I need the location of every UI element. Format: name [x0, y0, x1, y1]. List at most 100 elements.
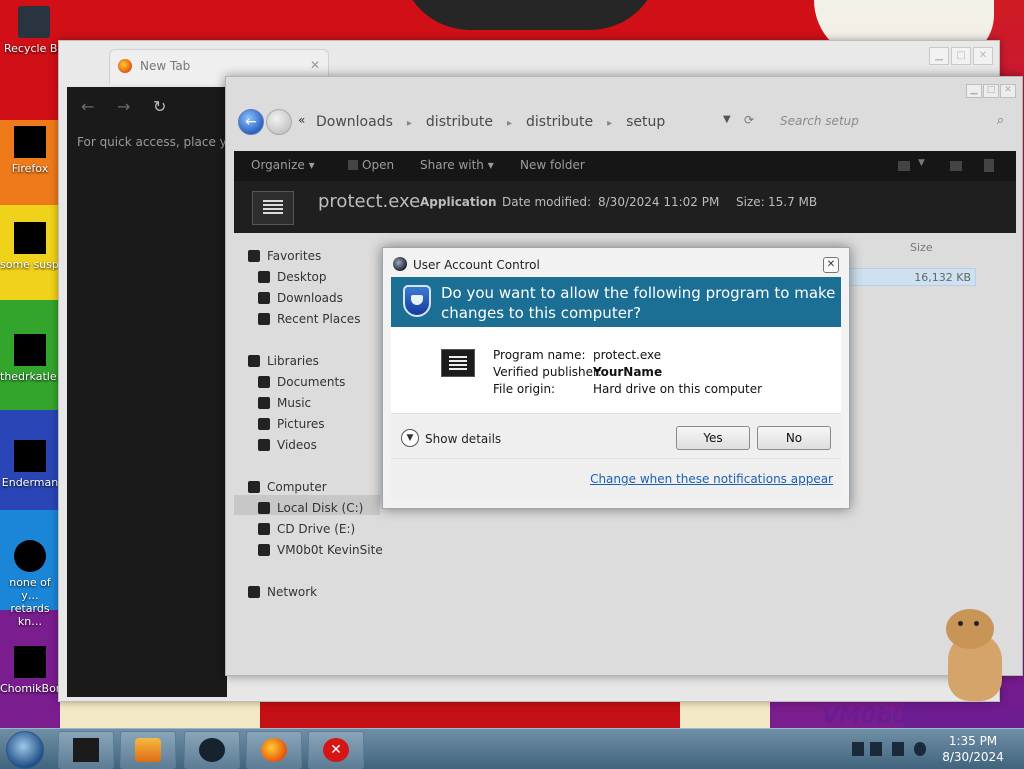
tray-volume-icon[interactable]	[914, 742, 926, 756]
desktop-icon-recycle-bin[interactable]: Recycle Bin	[4, 6, 64, 55]
chevron-down-icon[interactable]: ▼	[918, 158, 925, 168]
close-icon[interactable]: ✕	[823, 257, 839, 273]
browser-content: ← → ↻ For quick access, place your	[67, 87, 247, 697]
nav-pictures[interactable]: Pictures	[258, 417, 325, 431]
hamster-eye	[958, 621, 963, 626]
desktop-icon-label: thedrkatle…	[0, 370, 60, 383]
wallpaper-shape	[400, 0, 660, 30]
maximize-button[interactable]: □	[951, 47, 971, 65]
taskbar-explorer[interactable]	[58, 731, 114, 769]
forward-arrow-icon[interactable]: →	[117, 97, 130, 116]
taskbar: ✕ 1:35 PM 8/30/2024	[0, 728, 1024, 769]
breadcrumb-item[interactable]: setup	[626, 114, 665, 130]
nav-network-share[interactable]: VM0b0t KevinSite	[258, 543, 383, 557]
nav-network[interactable]: Network	[248, 585, 317, 599]
desktop-icon-enderman[interactable]: Enderman	[0, 440, 60, 489]
nav-label: Local Disk (C:)	[277, 501, 364, 515]
column-header-size[interactable]: Size	[910, 241, 933, 254]
executable-icon	[14, 646, 46, 678]
wallpaper-shape	[680, 700, 770, 730]
yes-button[interactable]: Yes	[676, 426, 750, 450]
nav-music[interactable]: Music	[258, 396, 311, 410]
desktop-icon-suspicious-exe[interactable]: some susp… run.exe	[0, 222, 60, 271]
preview-pane-icon[interactable]	[950, 161, 962, 171]
reload-icon[interactable]: ↻	[153, 97, 166, 116]
nav-favorites[interactable]: Favorites	[248, 249, 321, 263]
downloads-icon	[258, 292, 270, 304]
tab-title: New Tab	[140, 59, 191, 73]
tray-chevron-icon[interactable]	[852, 742, 864, 756]
taskbar-app[interactable]	[184, 731, 240, 769]
notification-settings-link[interactable]: Change when these notifications appear	[590, 472, 833, 486]
taskbar-firefox[interactable]	[246, 731, 302, 769]
details-bar: ▼ Show details Yes No	[391, 413, 841, 459]
network-drive-icon	[258, 544, 270, 556]
desktop-icon-label: none of y… retards kn…	[9, 576, 51, 628]
uac-app-icon	[393, 257, 407, 271]
open-icon	[348, 160, 358, 170]
breadcrumb-item[interactable]: distribute	[526, 114, 593, 130]
nav-cd-drive[interactable]: CD Drive (E:)	[258, 522, 355, 536]
uac-dialog: User Account Control ✕ Do you want to al…	[382, 247, 850, 509]
program-name-row: Program name: protect.exe	[493, 348, 661, 362]
start-button[interactable]	[6, 731, 44, 769]
nav-videos[interactable]: Videos	[258, 438, 317, 452]
nav-documents[interactable]: Documents	[258, 375, 345, 389]
desktop-icon-chomikbomb[interactable]: ChomikBomb	[0, 646, 60, 695]
nav-recent-places[interactable]: Recent Places	[258, 312, 360, 326]
maximize-button[interactable]: □	[983, 84, 999, 98]
hamster-head	[946, 609, 994, 649]
clock-date: 8/30/2024	[942, 750, 1004, 764]
chevron-down-icon[interactable]: ▼	[401, 429, 419, 447]
executable-icon	[14, 222, 46, 254]
nav-downloads[interactable]: Downloads	[258, 291, 343, 305]
no-button[interactable]: No	[757, 426, 831, 450]
minimize-button[interactable]: ▁	[929, 47, 949, 65]
nav-computer[interactable]: Computer	[248, 480, 327, 494]
nav-libraries[interactable]: Libraries	[248, 354, 319, 368]
breadcrumb-item[interactable]: Downloads	[316, 114, 393, 130]
clock[interactable]: 1:35 PM 8/30/2024	[930, 733, 1016, 765]
desktop-icon-none-of-you[interactable]: none of y… retards kn…	[0, 540, 60, 628]
wallpaper-text: VM0b0t	[822, 704, 918, 729]
minimize-button[interactable]: ▁	[966, 84, 982, 98]
desktop-icon-label: ChomikBomb	[0, 682, 60, 695]
file-row-size[interactable]: 16,132 KB	[846, 268, 976, 286]
help-icon[interactable]	[984, 159, 994, 172]
uac-banner: Do you want to allow the following progr…	[391, 277, 841, 327]
desktop-icon-thedrkatle[interactable]: thedrkatle…	[0, 334, 60, 383]
back-button[interactable]: ←	[238, 109, 264, 135]
nav-local-disk[interactable]: Local Disk (C:)	[258, 501, 363, 515]
search-input[interactable]: Search setup ⌕	[772, 111, 1008, 133]
back-arrow-icon[interactable]: ←	[81, 97, 94, 116]
close-icon[interactable]: ✕	[310, 58, 320, 72]
nav-desktop[interactable]: Desktop	[258, 270, 327, 284]
desktop-icon	[258, 271, 270, 283]
taskbar-error-app[interactable]: ✕	[308, 731, 364, 769]
close-button[interactable]: ✕	[973, 47, 993, 65]
origin-row: File origin: Hard drive on this computer	[493, 382, 762, 396]
search-icon[interactable]: ⌕	[997, 113, 1004, 128]
organize-menu[interactable]: Organize ▾	[251, 158, 315, 172]
chevron-down-icon[interactable]: ▼	[723, 114, 731, 125]
view-options-icon[interactable]	[898, 161, 910, 171]
taskbar-media-player[interactable]	[120, 731, 176, 769]
star-icon	[248, 250, 260, 262]
nav-label: Documents	[277, 375, 346, 389]
close-button[interactable]: ✕	[1000, 84, 1016, 98]
forward-button[interactable]	[266, 109, 292, 135]
nav-label: Pictures	[277, 417, 325, 431]
tray-device-icon[interactable]	[870, 742, 882, 756]
share-with-menu[interactable]: Share with ▾	[420, 158, 494, 172]
tray-network-icon[interactable]	[892, 742, 904, 756]
size-value: 15.7 MB	[768, 195, 818, 209]
publisher-label: Verified publisher:	[493, 365, 602, 379]
show-details-toggle[interactable]: Show details	[425, 432, 501, 446]
desktop-icon-firefox[interactable]: Firefox	[0, 126, 60, 175]
breadcrumb-item[interactable]: distribute	[426, 114, 493, 130]
open-button[interactable]: Open	[362, 158, 394, 172]
new-folder-button[interactable]: New folder	[520, 158, 585, 172]
folder-icon	[73, 738, 99, 762]
refresh-icon[interactable]: ⟳	[744, 113, 754, 127]
firefox-icon	[118, 59, 132, 73]
